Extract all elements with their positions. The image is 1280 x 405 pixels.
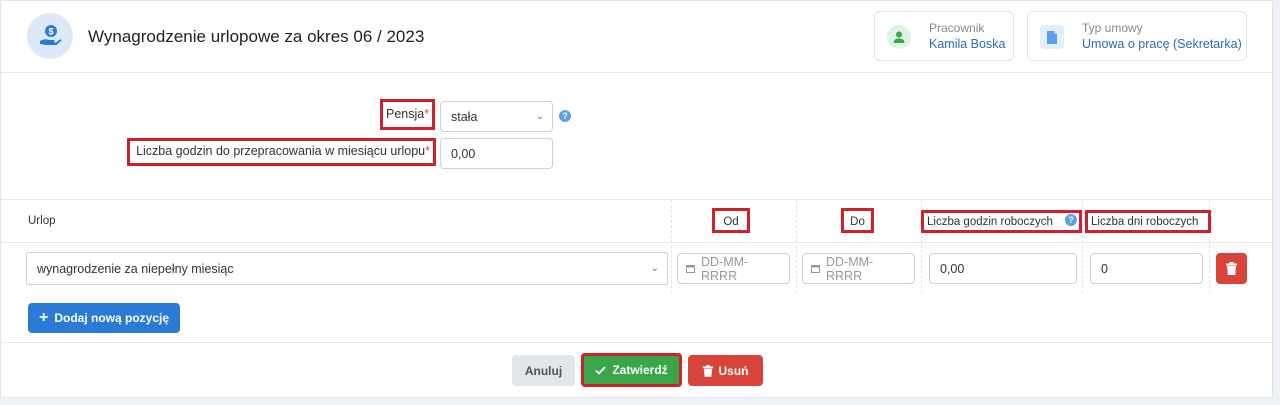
table-header-divider (1, 242, 1272, 243)
col-divider (671, 200, 672, 293)
leave-type-select[interactable]: wynagrodzenie za niepełny miesiąc ⌄ (26, 252, 668, 285)
col-divider (1082, 200, 1083, 293)
delete-row-button[interactable] (1216, 253, 1247, 284)
plus-icon: + (38, 309, 49, 326)
col-header-work-days: Liczba dni roboczych (1085, 210, 1211, 233)
contract-card[interactable]: Typ umowy Umowa o pracę (Sekretarka) (1027, 11, 1247, 61)
leave-pay-card: $ Wynagrodzenie urlopowe za okres 06 / 2… (0, 0, 1273, 398)
calendar-icon (811, 264, 820, 273)
card-header: $ Wynagrodzenie urlopowe za okres 06 / 2… (1, 1, 1272, 73)
contract-value[interactable]: Umowa o pracę (Sekretarka) (1082, 37, 1242, 51)
work-hours-help-icon[interactable]: ? (1065, 214, 1077, 226)
col-divider (796, 200, 797, 293)
work-days-input[interactable]: 0 (1090, 253, 1203, 284)
col-header-leave: Urlop (28, 215, 56, 227)
salary-label: Pensja* (380, 99, 435, 130)
chevron-down-icon: ⌄ (535, 110, 544, 122)
trash-icon (1226, 262, 1237, 275)
date-to-placeholder: DD-MM-RRRR (826, 254, 874, 283)
delete-button[interactable]: Usuń (688, 355, 763, 386)
col-header-from: Od (712, 208, 750, 233)
work-hours-input[interactable]: 0,00 (929, 253, 1077, 284)
svg-text:$: $ (48, 27, 53, 37)
trash-icon (702, 364, 713, 377)
chevron-down-icon: ⌄ (650, 262, 659, 274)
contract-label: Typ umowy (1082, 21, 1143, 35)
hours-label: Liczba godzin do przepracowania w miesią… (127, 138, 436, 166)
employee-label: Pracownik (929, 21, 985, 35)
add-position-button[interactable]: + Dodaj nową pozycję (28, 303, 180, 333)
delete-label: Usuń (718, 363, 749, 378)
user-icon (887, 25, 911, 49)
cancel-button[interactable]: Anuluj (512, 355, 575, 386)
col-header-work-hours: Liczba godzin roboczych (921, 210, 1082, 233)
employee-name[interactable]: Kamila Boska (929, 37, 1005, 51)
calendar-icon (686, 264, 695, 273)
salary-select-value: stała (451, 109, 478, 124)
page-title: Wynagrodzenie urlopowe za okres 06 / 202… (88, 27, 425, 46)
leave-type-value: wynagrodzenie za niepełny miesiąc (37, 261, 234, 276)
employee-card[interactable]: Pracownik Kamila Boska (874, 11, 1014, 61)
hours-input[interactable]: 0,00 (440, 138, 553, 169)
add-position-label: Dodaj nową pozycję (54, 311, 170, 325)
money-hand-icon: $ (27, 13, 73, 59)
check-icon (595, 365, 606, 375)
salary-select[interactable]: stała ⌄ (440, 101, 553, 132)
col-header-to: Do (841, 208, 874, 233)
document-icon (1040, 25, 1064, 49)
salary-help-icon[interactable]: ? (559, 110, 571, 122)
confirm-button[interactable]: Zatwierdź (581, 353, 682, 387)
footer-divider (1, 342, 1272, 343)
date-from-placeholder: DD-MM-RRRR (701, 254, 749, 283)
confirm-label: Zatwierdź (612, 363, 668, 377)
date-from-input[interactable]: DD-MM-RRRR (677, 253, 790, 284)
date-to-input[interactable]: DD-MM-RRRR (802, 253, 915, 284)
